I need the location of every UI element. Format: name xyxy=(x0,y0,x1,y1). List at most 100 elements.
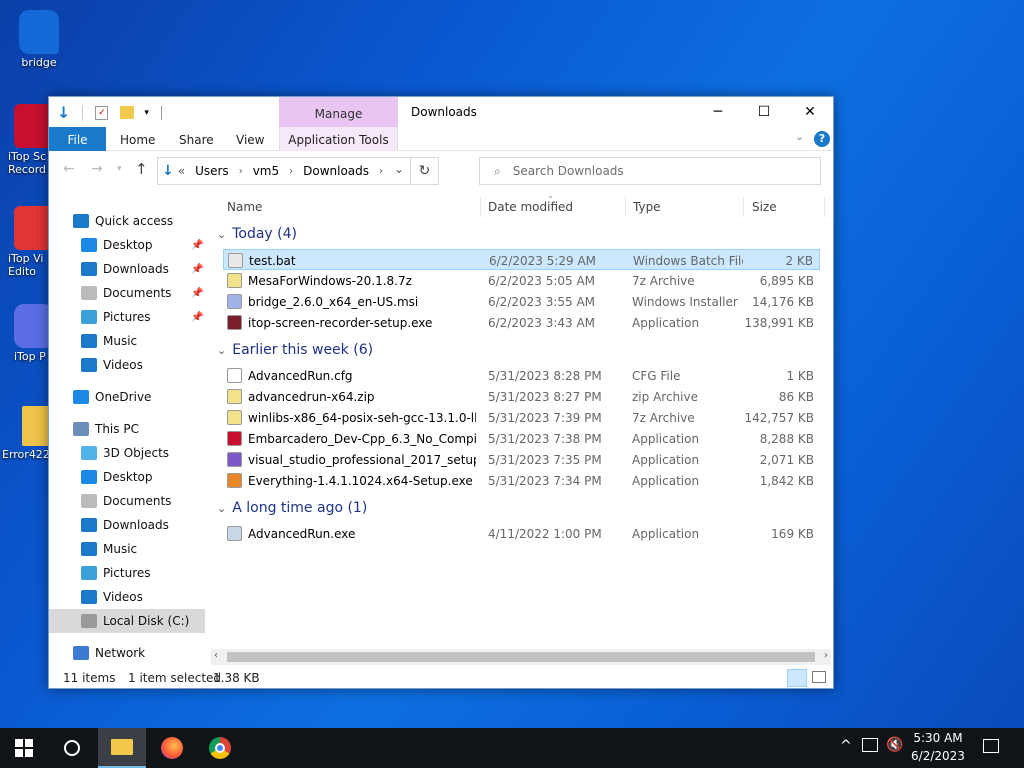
table-row[interactable]: Embarcadero_Dev-Cpp_6.3_No_Compiler... 5/… xyxy=(223,428,820,449)
taskbar-firefox[interactable] xyxy=(148,728,196,768)
search-placeholder: Search Downloads xyxy=(512,164,624,178)
table-row[interactable]: bridge_2.6.0_x64_en-US.msi 6/2/2023 3:55 … xyxy=(223,291,820,312)
nav-item-documents[interactable]: Documents xyxy=(49,489,205,513)
address-dropdown-icon[interactable]: ⌄ xyxy=(394,162,404,176)
notifications-icon[interactable] xyxy=(983,739,999,753)
nav-item-videos[interactable]: Videos xyxy=(49,585,205,609)
table-row[interactable]: AdvancedRun.cfg 5/31/2023 8:28 PM CFG File… xyxy=(223,365,820,386)
file-type: Windows Batch File xyxy=(633,254,743,268)
close-button[interactable]: ✕ xyxy=(787,97,833,127)
breadcrumb-downloads[interactable]: Downloads xyxy=(303,164,369,178)
table-row[interactable]: AdvancedRun.exe 4/11/2022 1:00 PM Applicat… xyxy=(223,523,820,544)
recent-locations-icon[interactable]: ▾ xyxy=(117,164,122,174)
new-folder-icon[interactable] xyxy=(120,106,135,119)
forward-icon[interactable]: → xyxy=(91,161,103,177)
nav-item-this-pc[interactable]: This PC xyxy=(49,417,205,441)
file-icon xyxy=(227,473,242,488)
title-bar[interactable]: ↓ ✓ ▾ Manage Downloads ─ ☐ ✕ xyxy=(49,97,833,127)
nav-item-downloads[interactable]: Downloads xyxy=(49,513,205,537)
breadcrumb-vm5[interactable]: vm5 xyxy=(253,164,279,178)
show-hidden-icons-icon[interactable]: ^ xyxy=(840,738,852,754)
nav-item-quick-access[interactable]: Quick access xyxy=(49,209,205,233)
desktop-icon-label: iTop P xyxy=(14,350,46,363)
clock-date[interactable]: 6/2/2023 xyxy=(908,749,968,763)
nav-item-desktop[interactable]: Desktop 📌 xyxy=(49,233,205,257)
group-header[interactable]: ⌄ Today (4) xyxy=(215,223,297,245)
taskbar-file-explorer[interactable] xyxy=(98,728,146,768)
address-overflow-icon[interactable]: « xyxy=(178,164,185,178)
nav-item-desktop[interactable]: Desktop xyxy=(49,465,205,489)
expand-ribbon-icon[interactable]: ⌄ xyxy=(795,130,804,143)
nav-item-downloads[interactable]: Downloads 📌 xyxy=(49,257,205,281)
chevron-down-icon[interactable]: ▾ xyxy=(144,108,149,118)
table-row[interactable]: advancedrun-x64.zip 5/31/2023 8:27 PM zip … xyxy=(223,386,820,407)
table-row[interactable]: visual_studio_professional_2017_setup.ex… xyxy=(223,449,820,470)
file-icon xyxy=(227,294,242,309)
search-button[interactable] xyxy=(48,728,96,768)
nav-item-videos[interactable]: Videos xyxy=(49,353,205,377)
nav-item-3d-objects[interactable]: 3D Objects xyxy=(49,441,205,465)
nav-item-documents[interactable]: Documents 📌 xyxy=(49,281,205,305)
itop-recorder-icon xyxy=(14,104,48,148)
collapse-group-icon[interactable]: ⌄ xyxy=(217,502,226,515)
table-row[interactable]: Everything-1.4.1.1024.x64-Setup.exe 5/31/… xyxy=(223,470,820,491)
group-header[interactable]: ⌄ Earlier this week (6) xyxy=(215,339,373,361)
column-type[interactable]: Type xyxy=(633,200,661,214)
horizontal-scrollbar[interactable]: ‹ › xyxy=(211,649,831,665)
table-row[interactable]: itop-screen-recorder-setup.exe 6/2/2023 3… xyxy=(223,312,820,333)
table-row[interactable]: test.bat 6/2/2023 5:29 AM Windows Batch Fi… xyxy=(223,249,820,270)
breadcrumb-users[interactable]: Users xyxy=(195,164,229,178)
pin-icon[interactable]: 📌 xyxy=(191,312,203,323)
tab-file[interactable]: File xyxy=(49,127,106,151)
nav-item-music[interactable]: Music xyxy=(49,329,205,353)
volume-muted-icon[interactable]: 🔇 xyxy=(886,737,903,753)
tab-home[interactable]: Home xyxy=(120,127,155,151)
desktop-icon-itop-screen-recorder[interactable]: iTop Sc Record xyxy=(0,104,48,176)
column-date[interactable]: Date modified xyxy=(488,200,573,214)
nav-item-network[interactable]: Network xyxy=(49,641,205,665)
properties-icon[interactable]: ✓ xyxy=(95,105,109,120)
tab-share[interactable]: Share xyxy=(179,127,214,151)
maximize-button[interactable]: ☐ xyxy=(741,97,787,127)
large-icons-view-icon[interactable] xyxy=(812,671,826,683)
clock-time[interactable]: 5:30 AM xyxy=(908,731,968,745)
network-icon[interactable] xyxy=(862,738,878,752)
file-icon xyxy=(227,315,242,330)
scroll-left-icon[interactable]: ‹ xyxy=(214,650,218,661)
search-input[interactable]: ⌕ Search Downloads xyxy=(479,157,821,185)
nav-item-music[interactable]: Music xyxy=(49,537,205,561)
back-icon[interactable]: ← xyxy=(63,161,75,177)
bridge-icon xyxy=(19,10,59,54)
taskbar-chrome[interactable] xyxy=(196,728,244,768)
table-row[interactable]: MesaForWindows-20.1.8.7z 6/2/2023 5:05 AM… xyxy=(223,270,820,291)
collapse-group-icon[interactable]: ⌄ xyxy=(217,344,226,357)
collapse-group-icon[interactable]: ⌄ xyxy=(217,228,226,241)
details-view-icon[interactable] xyxy=(787,669,807,687)
address-bar[interactable]: ↓ « Users › vm5 › Downloads › ⌄ ↻ xyxy=(157,157,439,185)
table-row[interactable]: winlibs-x86_64-posix-seh-gcc-13.1.0-llv.… xyxy=(223,407,820,428)
desktop-icon-itop-video-editor[interactable]: iTop Vi Edito xyxy=(0,206,48,278)
group-header[interactable]: ⌄ A long time ago (1) xyxy=(215,497,367,519)
scroll-thumb[interactable] xyxy=(227,652,815,662)
nav-item-pictures[interactable]: Pictures xyxy=(49,561,205,585)
pin-icon[interactable]: 📌 xyxy=(191,264,203,275)
desktop-icon-itop-pdf[interactable]: iTop P xyxy=(0,304,48,363)
desktop-icon-error422[interactable]: Error422_ xyxy=(0,406,48,461)
refresh-icon[interactable]: ↻ xyxy=(410,158,438,184)
pin-icon[interactable]: 📌 xyxy=(191,240,203,251)
nav-item-local-disk-c[interactable]: Local Disk (C:) xyxy=(49,609,205,633)
start-button[interactable] xyxy=(0,728,48,768)
minimize-button[interactable]: ─ xyxy=(695,97,741,127)
desktop-icon-bridge[interactable]: bridge xyxy=(4,10,74,69)
column-size[interactable]: Size xyxy=(752,200,777,214)
pin-icon[interactable]: 📌 xyxy=(191,288,203,299)
help-icon[interactable]: ? xyxy=(814,131,830,147)
up-icon[interactable]: ↑ xyxy=(135,160,148,178)
tab-view[interactable]: View xyxy=(236,127,264,151)
column-name[interactable]: Name xyxy=(227,200,262,214)
arrow-down-icon[interactable]: ↓ xyxy=(57,103,70,122)
scroll-right-icon[interactable]: › xyxy=(824,650,828,661)
tab-application-tools[interactable]: Application Tools xyxy=(279,127,398,151)
nav-item-onedrive[interactable]: OneDrive xyxy=(49,385,205,409)
nav-item-pictures[interactable]: Pictures 📌 xyxy=(49,305,205,329)
